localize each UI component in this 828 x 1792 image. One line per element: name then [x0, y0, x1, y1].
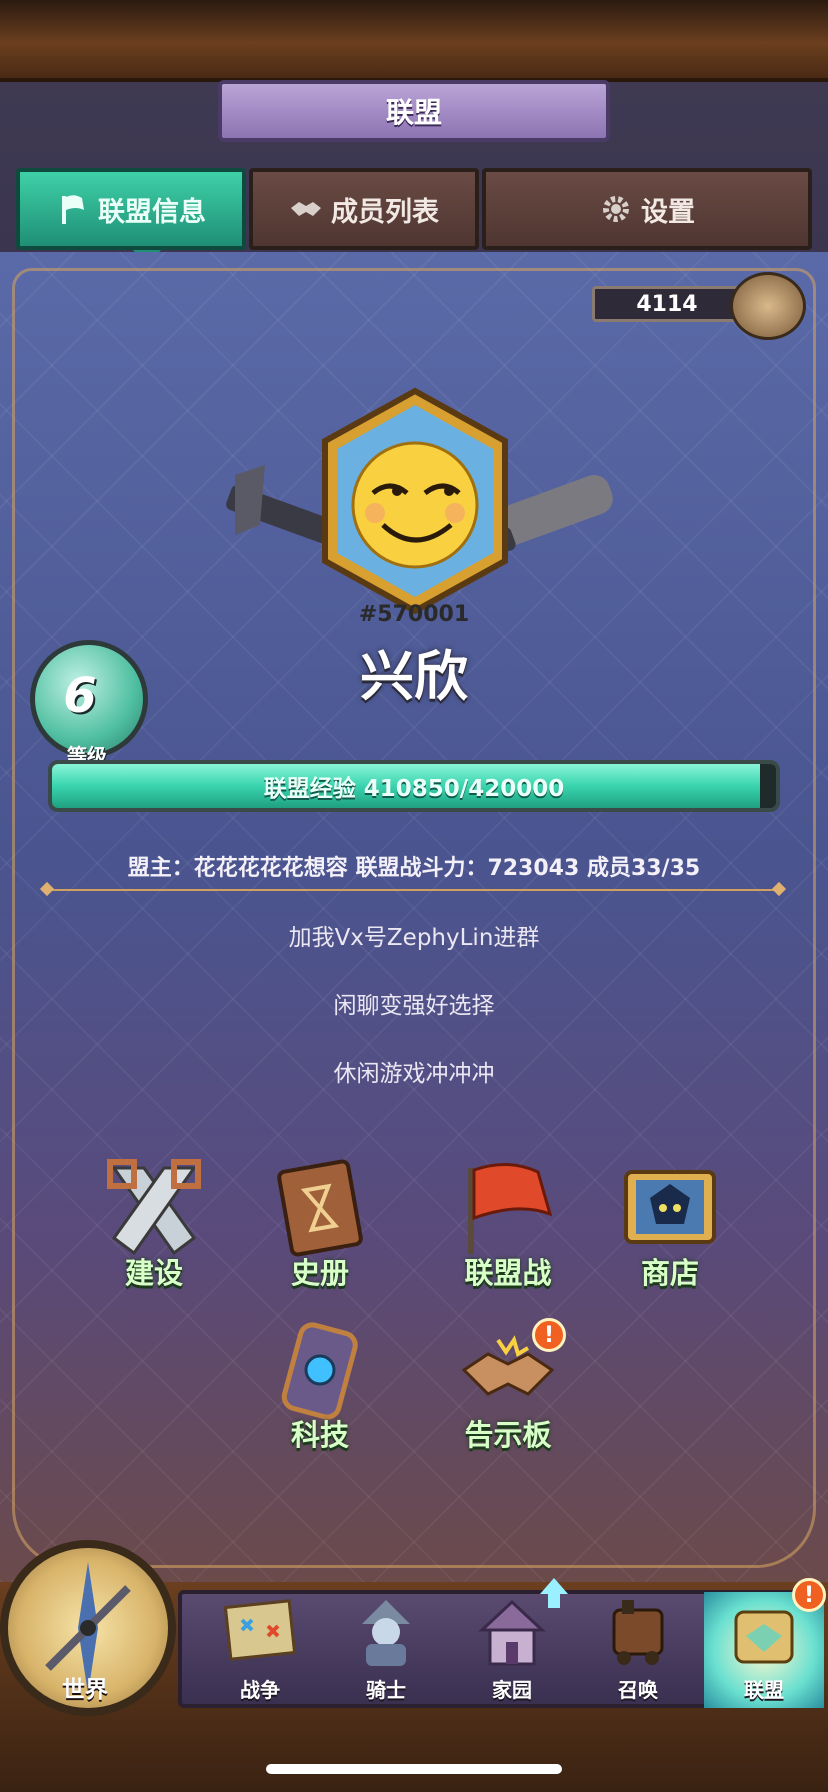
feature-tech-button[interactable]: 科技	[250, 1320, 390, 1470]
nav-item-summon[interactable]: 召唤	[578, 1592, 698, 1708]
level-number: 6	[63, 668, 97, 724]
feature-label: 联盟战	[464, 1256, 552, 1290]
nav-label: 家园	[492, 1678, 532, 1702]
divider	[48, 889, 778, 891]
book-icon	[277, 1159, 363, 1257]
tab-member-list[interactable]: 成员列表	[249, 168, 479, 250]
nav-item-knight[interactable]: 骑士	[326, 1592, 446, 1708]
exp-bar-text: 联盟经验 410850/420000	[263, 776, 565, 802]
feature-build-button[interactable]: 建设	[84, 1158, 224, 1308]
tab-bar: 联盟信息 成员列表 设置	[16, 168, 812, 252]
alliance-id: #570001	[358, 602, 470, 627]
notice-board-alert-badge: !	[532, 1318, 566, 1352]
alliance-badge-value: 4114	[592, 286, 742, 322]
home-indicator[interactable]	[266, 1764, 562, 1774]
handshake-icon	[291, 202, 321, 216]
feature-label: 建设	[124, 1256, 183, 1290]
tab-label: 联盟信息	[98, 196, 206, 228]
feature-label: 科技	[290, 1418, 349, 1452]
tab-label: 设置	[641, 196, 695, 228]
feature-shop-button[interactable]: 商店	[600, 1158, 740, 1308]
tech-icon	[281, 1322, 358, 1420]
nav-item-war[interactable]: 战争	[200, 1592, 320, 1708]
alliance-nav-alert-badge: !	[792, 1578, 826, 1612]
red-flag-icon	[468, 1162, 553, 1254]
gear-icon	[603, 196, 629, 222]
tab-settings[interactable]: 设置	[482, 168, 812, 250]
nav-label: 召唤	[618, 1678, 658, 1702]
nav-label: 联盟	[744, 1678, 784, 1702]
shop-icon	[624, 1170, 716, 1244]
feature-label: 告示板	[464, 1418, 552, 1452]
world-label: 世界	[62, 1677, 108, 1703]
alliance-exp-bar: 联盟经验 410850/420000	[48, 760, 780, 812]
feature-label: 商店	[640, 1256, 699, 1290]
house-icon	[478, 1599, 546, 1666]
feature-history-button[interactable]: 史册	[250, 1158, 390, 1308]
tab-label: 成员列表	[331, 196, 439, 228]
upgrade-arrow-stem	[548, 1594, 560, 1608]
notice-line: 闲聊变强好选择	[333, 993, 495, 1019]
upgrade-arrow-icon	[540, 1578, 568, 1594]
knight-icon	[362, 1600, 410, 1666]
alliance-info-line: 盟主：花花花花花想容 联盟战斗力：723043 成员33/35	[127, 856, 701, 881]
flag-icon	[62, 195, 84, 224]
alliance-icon	[734, 1610, 794, 1664]
nav-label: 骑士	[366, 1678, 406, 1702]
tab-alliance-info[interactable]: 联盟信息	[16, 168, 246, 250]
saw-icon	[107, 1159, 201, 1256]
map-icon	[223, 1599, 297, 1661]
train-icon	[612, 1600, 664, 1665]
alliance-crest-icon[interactable]	[730, 272, 806, 340]
nav-label: 战争	[240, 1678, 280, 1702]
alliance-name: 兴欣	[360, 645, 468, 708]
nav-item-home[interactable]: 家园	[452, 1592, 572, 1708]
feature-alliance-war-button[interactable]: 联盟战	[438, 1158, 578, 1308]
smiley-face-icon	[351, 441, 479, 569]
top-wood-frame	[0, 0, 828, 82]
page-title: 联盟	[218, 80, 610, 142]
notice-line: 加我Vx号ZephyLin进群	[288, 925, 540, 951]
notice-line: 休闲游戏冲冲冲	[333, 1061, 495, 1087]
feature-label: 史册	[290, 1256, 349, 1290]
